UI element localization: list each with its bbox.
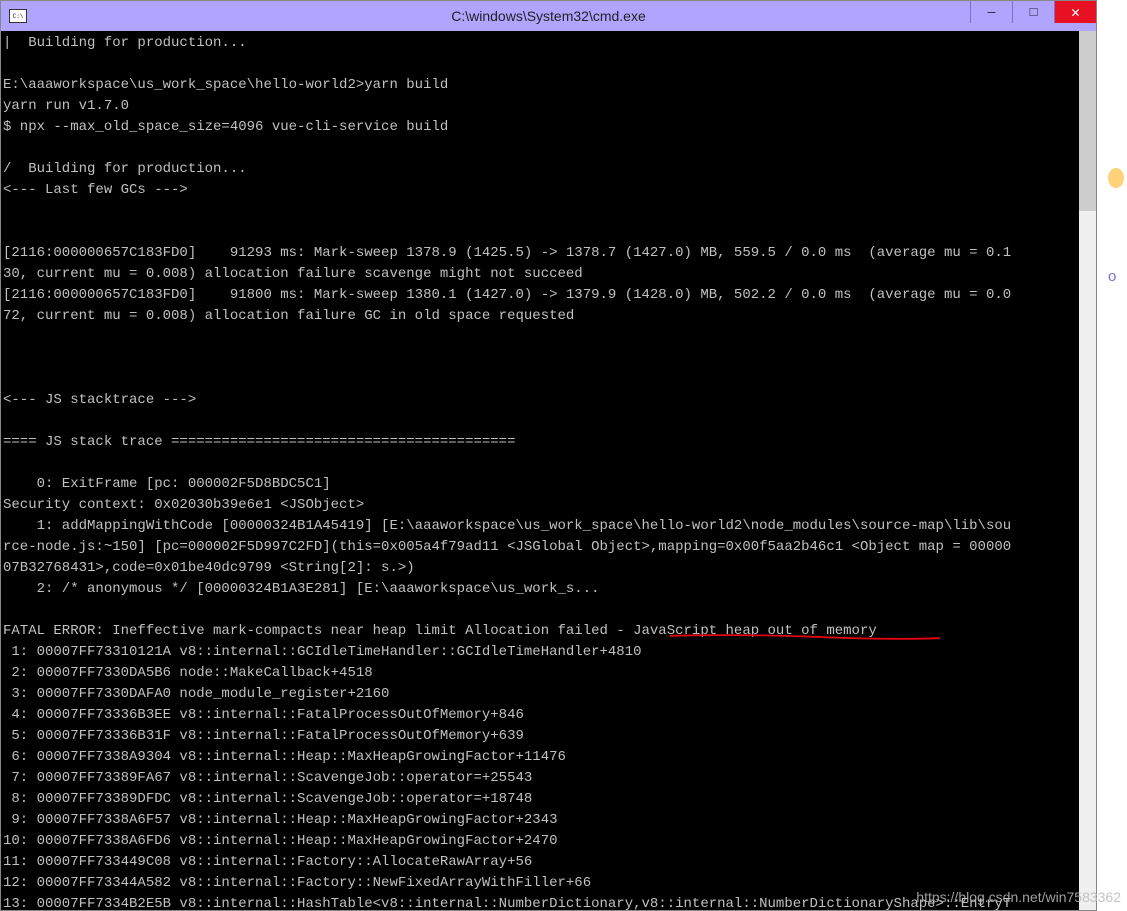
cmd-icon: C:\ [9, 9, 27, 23]
scrollbar-thumb[interactable] [1079, 31, 1096, 211]
right-background-strip [1097, 0, 1127, 911]
maximize-button[interactable]: □ [1012, 1, 1054, 23]
watermark-text: https://blog.csdn.net/win7583362 [916, 889, 1121, 905]
terminal-area: | Building for production... E:\aaaworks… [1, 31, 1096, 910]
partial-orange-circle-icon [1108, 168, 1124, 188]
partial-letter: o [1108, 268, 1116, 285]
titlebar[interactable]: C:\ C:\windows\System32\cmd.exe — □ ✕ [1, 1, 1096, 31]
window-buttons: — □ ✕ [970, 1, 1096, 25]
cmd-window: C:\ C:\windows\System32\cmd.exe — □ ✕ | … [0, 0, 1097, 911]
minimize-button[interactable]: — [970, 1, 1012, 23]
terminal-output[interactable]: | Building for production... E:\aaaworks… [1, 31, 1079, 910]
window-title: C:\windows\System32\cmd.exe [451, 8, 646, 24]
close-button[interactable]: ✕ [1054, 1, 1096, 23]
scrollbar-vertical[interactable] [1079, 31, 1096, 910]
